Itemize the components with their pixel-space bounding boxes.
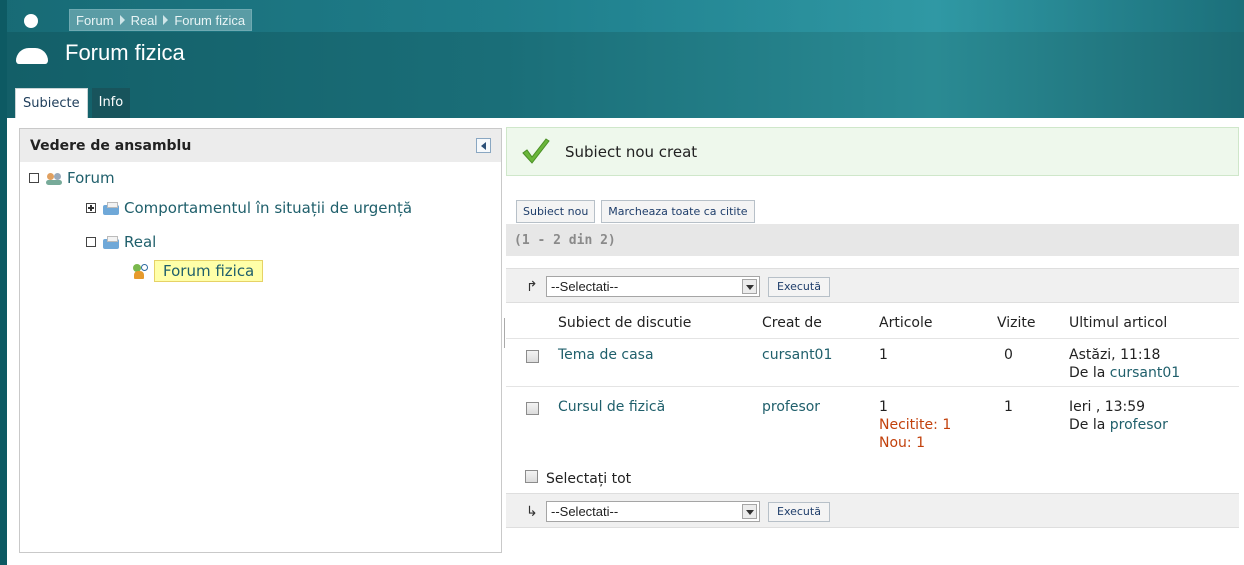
tree-link-forum-fizica[interactable]: Forum fizica <box>154 260 264 282</box>
row-checkbox[interactable] <box>526 350 539 363</box>
tree-node-comportament: Comportamentul în situații de urgență <box>86 199 412 217</box>
tab-subiecte[interactable]: Subiecte <box>15 88 88 118</box>
last-article-user-link[interactable]: cursant01 <box>1110 365 1180 381</box>
bottom-bulk-toolbar: ↳ --Selectati-- Execută <box>506 493 1239 528</box>
arrow-down-right-icon: ↱ <box>526 279 538 295</box>
folder-icon <box>102 234 120 250</box>
page-header: Forum Real Forum fizica Forum fizica Sub… <box>7 0 1244 118</box>
tab-info[interactable]: Info <box>91 88 131 118</box>
breadcrumb-forum[interactable]: Forum <box>70 13 120 28</box>
success-message: Subiect nou creat <box>506 127 1239 176</box>
page-title: Forum fizica <box>65 40 185 65</box>
visits-count: 1 <box>1004 399 1013 415</box>
header-divider <box>506 338 1239 339</box>
bulk-action-select-top[interactable]: --Selectati-- <box>546 276 760 297</box>
bulk-action-select-value: --Selectati-- <box>551 279 619 294</box>
column-header-subject: Subiect de discutie <box>558 315 692 331</box>
forum-group-icon <box>45 170 63 186</box>
last-article-user-link[interactable]: profesor <box>1110 417 1168 433</box>
articles-count: 1 <box>879 399 888 415</box>
dropdown-arrow-icon[interactable] <box>742 279 757 294</box>
collapse-left-icon[interactable] <box>476 138 491 153</box>
tree-toggle-icon[interactable] <box>86 237 96 247</box>
last-article-author: De la profesor <box>1069 416 1168 434</box>
arrow-down-right-icon: ↳ <box>526 504 538 520</box>
user-icon <box>14 10 50 64</box>
column-header-last-article: Ultimul articol <box>1069 315 1168 331</box>
breadcrumb-forum-fizica[interactable]: Forum fizica <box>168 13 251 28</box>
unread-count[interactable]: Necitite: 1 <box>879 416 951 434</box>
new-count[interactable]: Nou: 1 <box>879 434 925 452</box>
visits-count: 0 <box>1004 347 1013 363</box>
last-article-prefix: De la <box>1069 417 1106 433</box>
bulk-action-select-value: --Selectati-- <box>551 504 619 519</box>
breadcrumb: Forum Real Forum fizica <box>69 9 253 31</box>
overview-panel-header: Vedere de ansamblu <box>20 129 501 162</box>
left-edge-strip <box>0 0 7 565</box>
select-all-label[interactable]: Selectați tot <box>546 471 631 487</box>
tab-bar: Subiecte Info <box>15 85 131 118</box>
main-content: Vedere de ansamblu Forum Comportamentul … <box>7 118 1244 565</box>
tree-link-comportament[interactable]: Comportamentul în situații de urgență <box>124 199 412 217</box>
column-header-visits: Vizite <box>997 315 1036 331</box>
author-link[interactable]: cursant01 <box>762 346 832 364</box>
tree-node-forum-fizica: Forum fizica <box>132 260 264 282</box>
checkmark-icon <box>521 137 551 166</box>
dropdown-arrow-icon[interactable] <box>742 504 757 519</box>
success-message-text: Subiect nou creat <box>565 142 698 161</box>
tree-expand-icon[interactable] <box>86 203 96 213</box>
last-article-prefix: De la <box>1069 365 1106 381</box>
row-divider <box>506 386 1239 387</box>
author-link[interactable]: profesor <box>762 398 820 416</box>
row-checkbox[interactable] <box>526 402 539 415</box>
bulk-action-select-bottom[interactable]: --Selectati-- <box>546 501 760 522</box>
column-header-created-by: Creat de <box>762 315 822 331</box>
folder-icon <box>102 200 120 216</box>
top-bulk-toolbar: ↱ --Selectati-- Execută <box>506 268 1239 303</box>
execute-button-top[interactable]: Execută <box>768 277 830 297</box>
range-indicator: (1 - 2 din 2) <box>514 233 616 248</box>
topic-icon <box>132 263 150 279</box>
execute-button-bottom[interactable]: Execută <box>768 502 830 522</box>
last-article-author: De la cursant01 <box>1069 364 1180 382</box>
last-article-time: Astăzi, 11:18 <box>1069 347 1161 363</box>
column-header-articles: Articole <box>879 315 933 331</box>
overview-panel-title: Vedere de ansamblu <box>30 137 192 154</box>
topic-link[interactable]: Tema de casa <box>558 346 654 364</box>
select-all-checkbox[interactable] <box>525 470 538 483</box>
last-article-time: Ieri , 13:59 <box>1069 399 1146 415</box>
new-topic-button[interactable]: Subiect nou <box>516 200 596 223</box>
tree-link-forum[interactable]: Forum <box>67 169 115 187</box>
articles-count: 1 <box>879 347 888 363</box>
tree-toggle-icon[interactable] <box>29 173 39 183</box>
breadcrumb-real[interactable]: Real <box>125 13 164 28</box>
action-buttons: Subiect nou Marcheaza toate ca citite <box>516 200 761 223</box>
pagination-bar: (1 - 2 din 2) <box>506 224 1239 256</box>
tree-node-real: Real <box>86 233 156 251</box>
overview-panel: Vedere de ansamblu Forum Comportamentul … <box>19 128 502 553</box>
tree-node-forum: Forum <box>29 169 115 187</box>
topics-table: ↱ --Selectati-- Execută Subiect de discu… <box>506 268 1239 532</box>
tree-link-real[interactable]: Real <box>124 233 156 251</box>
topic-link[interactable]: Cursul de fizică <box>558 398 665 416</box>
mark-all-read-button[interactable]: Marcheaza toate ca citite <box>601 200 755 223</box>
